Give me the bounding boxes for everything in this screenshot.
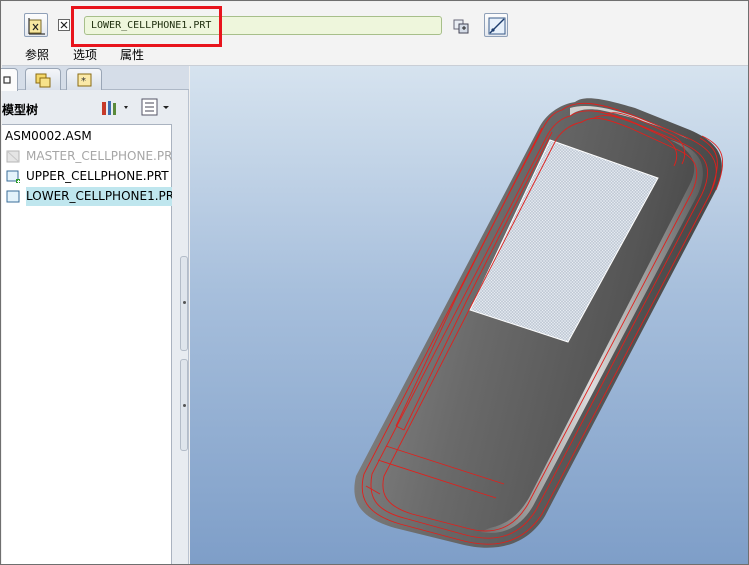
tree-settings-button[interactable] — [100, 99, 132, 117]
model-tree-tab[interactable] — [1, 68, 18, 91]
cellphone-model — [354, 98, 724, 548]
tree-item-master[interactable]: MASTER_CELLPHONE.PRT — [2, 147, 172, 166]
tree-item-label: ASM0002.ASM — [5, 129, 92, 143]
model-tree: ASM0002.ASM MASTER_CELLPHONE.PRT UPPER_C… — [2, 124, 172, 564]
svg-text:*: * — [81, 76, 86, 87]
layer-icon[interactable] — [452, 17, 470, 35]
part-icon — [6, 190, 20, 203]
dashboard: LOWER_CELLPHONE1.PRT 参照 选项 属性 — [2, 2, 748, 66]
show-options-button[interactable] — [140, 97, 174, 117]
show-options-icon — [141, 98, 169, 116]
tree-item-upper[interactable]: UPPER_CELLPHONE.PRT — [2, 167, 172, 186]
model-tree-tab-icon — [3, 76, 11, 84]
component-create-button[interactable] — [24, 13, 48, 37]
sash-upper — [180, 256, 188, 351]
part-placed-icon — [6, 170, 20, 183]
tab-properties[interactable]: 属性 — [120, 46, 144, 63]
graphics-window[interactable] — [190, 66, 748, 564]
folder-tab-icon — [35, 73, 51, 88]
part-suppressed-icon — [6, 150, 20, 163]
favorites-tab-icon: * — [77, 73, 92, 87]
folder-tab[interactable] — [25, 68, 61, 90]
sash-lower — [180, 359, 188, 451]
navigator-panel: * 模型树 ASM0002.ASM MASTER_CELLPHONE.PRT U… — [1, 66, 189, 564]
settings-icon — [102, 101, 128, 115]
sash-grip — [183, 404, 186, 407]
checkbox-x-icon[interactable] — [58, 19, 70, 31]
model-tree-title: 模型树 — [2, 103, 39, 117]
panel-sash[interactable] — [180, 256, 189, 521]
tree-item-label-selected: LOWER_CELLPHONE1.PRT — [26, 187, 172, 206]
favorites-tab[interactable]: * — [66, 68, 102, 90]
tab-references[interactable]: 参照 — [25, 46, 49, 63]
tree-item-label: MASTER_CELLPHONE.PRT — [26, 149, 172, 163]
sash-grip — [183, 301, 186, 304]
model-tree-header: 模型树 — [2, 94, 189, 120]
component-create-icon — [28, 18, 45, 35]
tree-item-label: UPPER_CELLPHONE.PRT — [26, 169, 169, 183]
tree-item-asm[interactable]: ASM0002.ASM — [2, 127, 172, 146]
navigator-tabs: * — [1, 66, 189, 91]
part-name-field[interactable]: LOWER_CELLPHONE1.PRT — [84, 16, 442, 35]
tree-item-lower[interactable]: LOWER_CELLPHONE1.PRT — [2, 187, 172, 206]
datum-plane-button[interactable] — [484, 13, 508, 37]
tab-options[interactable]: 选项 — [73, 46, 97, 63]
window-frame: LOWER_CELLPHONE1.PRT 参照 选项 属性 * 模型树 ASM0… — [0, 0, 749, 565]
datum-plane-icon — [488, 17, 506, 35]
